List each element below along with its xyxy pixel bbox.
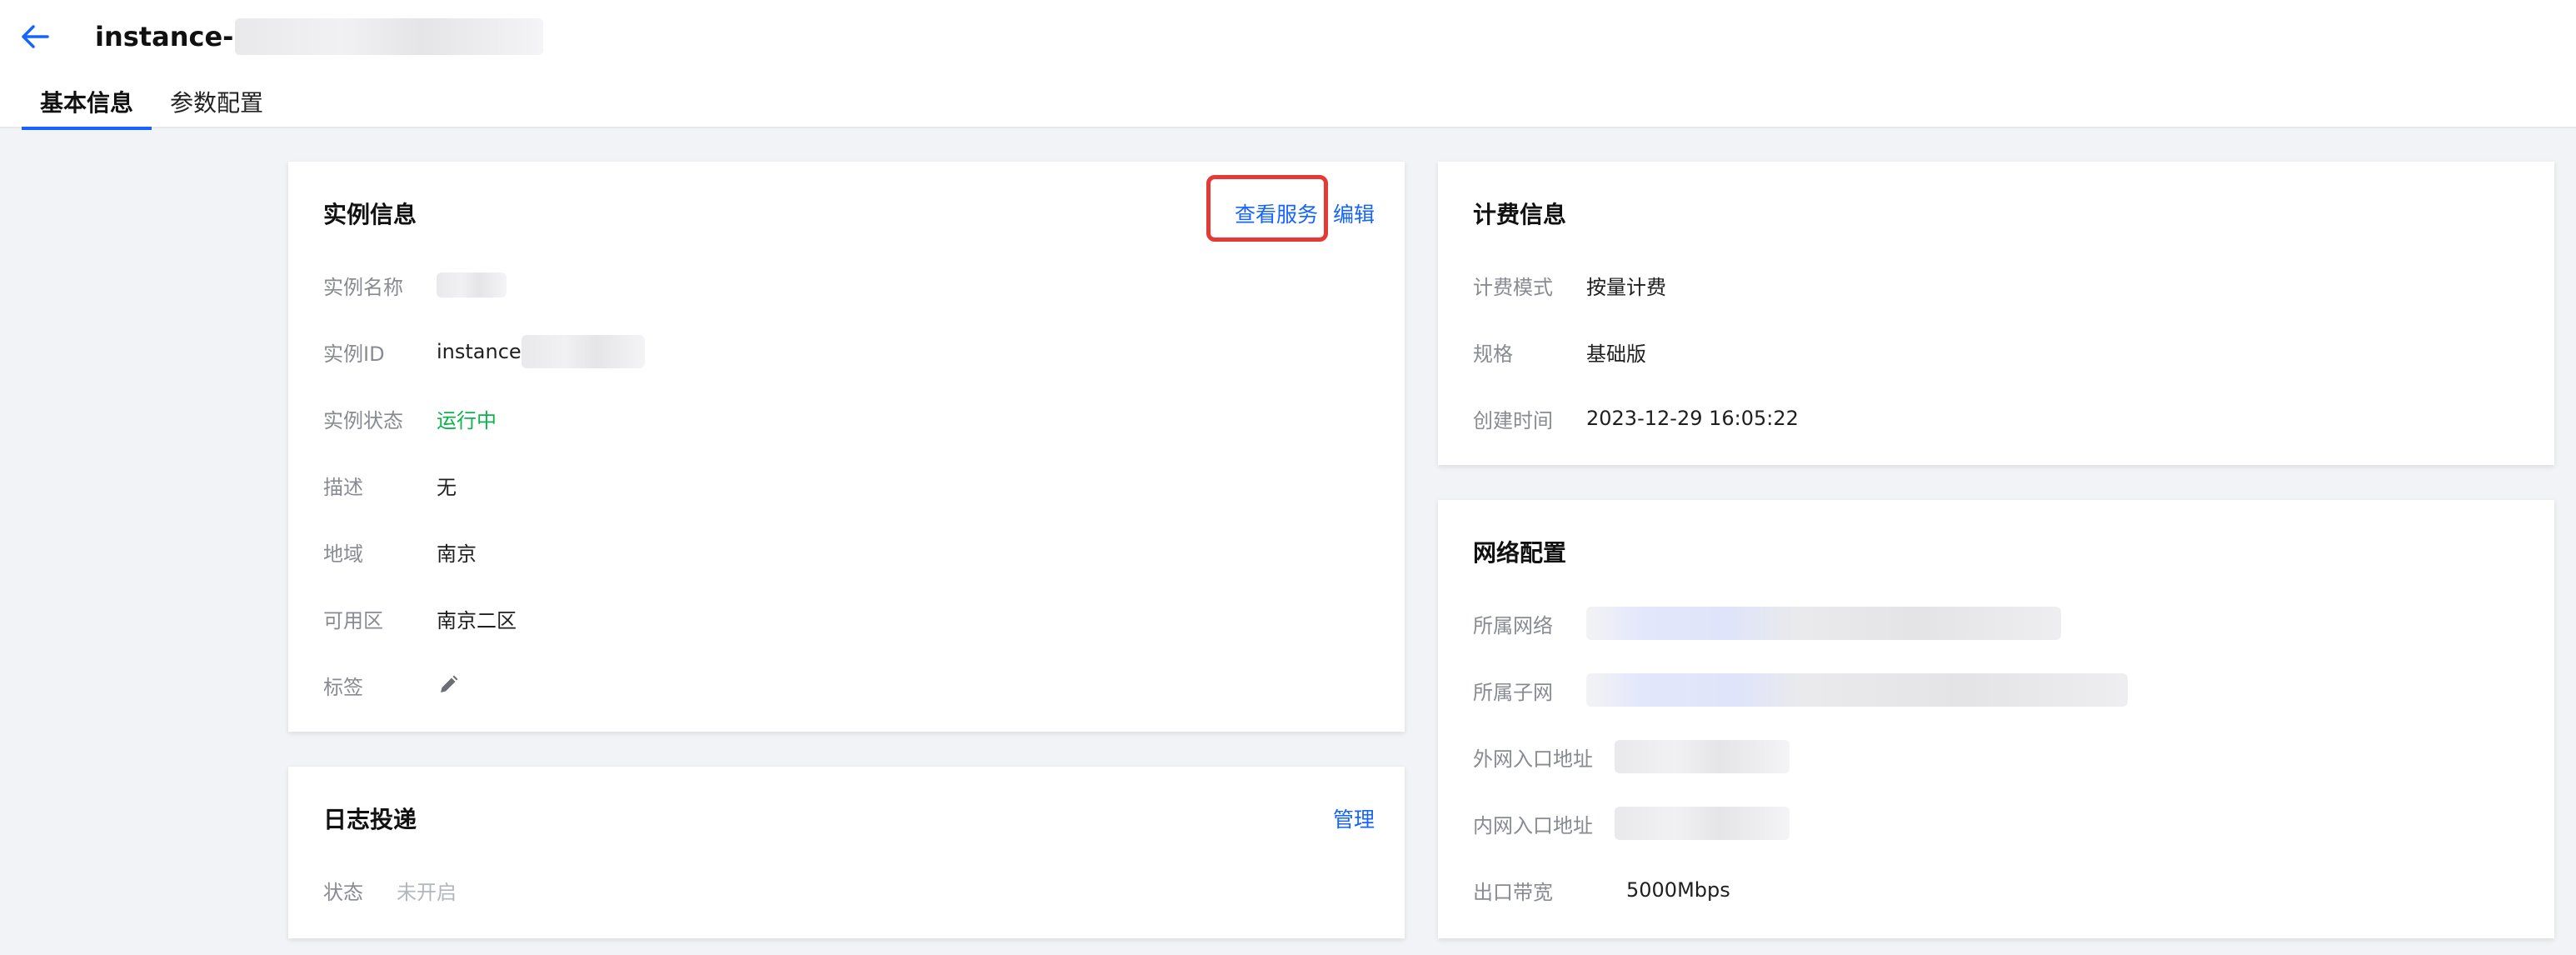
pencil-icon[interactable] xyxy=(437,673,460,697)
created-time-label: 创建时间 xyxy=(1473,408,1553,432)
billing-info-card: 计费信息 计费模式 按量计费 规格 基础版 创建时间 2023-12-29 16… xyxy=(1438,162,2554,465)
row-vpc: 所属网络 xyxy=(1473,607,2061,640)
redacted-public-entry xyxy=(1615,740,1790,773)
row-instance-status: 实例状态 运行中 xyxy=(323,402,497,435)
view-service-link[interactable]: 查看服务 xyxy=(1235,198,1318,228)
redacted-private-entry xyxy=(1615,807,1790,840)
row-private-entry: 内网入口地址 xyxy=(1473,807,1790,840)
private-entry-label: 内网入口地址 xyxy=(1473,813,1593,838)
row-log-status: 状态 未开启 xyxy=(323,873,457,907)
row-instance-name: 实例名称 xyxy=(323,268,507,302)
back-arrow-icon[interactable] xyxy=(17,18,53,55)
spec-label: 规格 xyxy=(1473,342,1513,366)
row-spec: 规格 基础版 xyxy=(1473,335,1646,368)
network-config-card: 网络配置 所属网络 所属子网 外网入口地址 内网入口地址 出口带宽 5000Mb… xyxy=(1438,500,2554,938)
row-instance-id: 实例ID instance xyxy=(323,335,645,368)
region-value: 南京 xyxy=(437,542,477,566)
log-delivery-title: 日志投递 xyxy=(323,806,417,833)
instance-name-label: 实例名称 xyxy=(323,275,403,299)
edit-link[interactable]: 编辑 xyxy=(1333,198,1375,228)
redacted-instance-id xyxy=(521,335,645,368)
log-status-label: 状态 xyxy=(323,880,363,904)
tab-basic-info[interactable]: 基本信息 xyxy=(22,80,152,130)
created-time-value: 2023-12-29 16:05:22 xyxy=(1586,407,1799,430)
redacted-instance-name xyxy=(437,272,507,298)
row-tags: 标签 xyxy=(323,668,460,702)
row-region: 地域 南京 xyxy=(323,535,477,568)
page-title-text: instance- xyxy=(95,21,234,52)
log-delivery-card: 日志投递 管理 状态 未开启 xyxy=(288,767,1405,938)
subnet-label: 所属子网 xyxy=(1473,680,1553,704)
redacted-title xyxy=(235,18,544,55)
region-label: 地域 xyxy=(323,542,363,566)
log-status-value: 未开启 xyxy=(397,880,457,904)
billing-mode-label: 计费模式 xyxy=(1473,275,1553,299)
manage-link[interactable]: 管理 xyxy=(1333,803,1375,833)
row-public-entry: 外网入口地址 xyxy=(1473,740,1790,773)
zone-value: 南京二区 xyxy=(437,608,517,632)
vpc-label: 所属网络 xyxy=(1473,613,1553,638)
row-billing-mode: 计费模式 按量计费 xyxy=(1473,268,1666,302)
network-config-title: 网络配置 xyxy=(1473,539,1567,567)
tab-parameter-config[interactable]: 参数配置 xyxy=(152,80,282,128)
zone-label: 可用区 xyxy=(323,608,383,632)
egress-bandwidth-value: 5000Mbps xyxy=(1626,878,1730,902)
row-created-time: 创建时间 2023-12-29 16:05:22 xyxy=(1473,402,1799,435)
row-subnet: 所属子网 xyxy=(1473,673,2128,707)
tab-bar: 基本信息 参数配置 xyxy=(22,80,282,130)
billing-info-title: 计费信息 xyxy=(1473,201,1567,228)
description-value: 无 xyxy=(437,475,457,499)
status-running: 运行中 xyxy=(437,408,497,432)
redacted-subnet xyxy=(1586,673,2128,707)
page-header: instance- 基本信息 参数配置 xyxy=(0,0,2576,130)
page-title: instance- xyxy=(95,18,544,55)
instance-status-label: 实例状态 xyxy=(323,408,403,432)
instance-id-value: instance xyxy=(437,340,522,363)
row-egress-bandwidth: 出口带宽 5000Mbps xyxy=(1473,873,1730,907)
egress-bandwidth-label: 出口带宽 xyxy=(1473,880,1553,904)
description-label: 描述 xyxy=(323,475,363,499)
row-description: 描述 无 xyxy=(323,468,457,502)
redacted-vpc xyxy=(1586,607,2061,640)
spec-value: 基础版 xyxy=(1586,342,1646,366)
public-entry-label: 外网入口地址 xyxy=(1473,747,1593,771)
instance-info-title: 实例信息 xyxy=(323,201,417,228)
row-zone: 可用区 南京二区 xyxy=(323,602,517,635)
billing-mode-value: 按量计费 xyxy=(1586,275,1666,299)
tags-label: 标签 xyxy=(323,675,363,699)
instance-id-label: 实例ID xyxy=(323,342,385,366)
instance-info-card: 实例信息 查看服务 编辑 实例名称 实例ID instance 实例状态 运行中… xyxy=(288,162,1405,732)
